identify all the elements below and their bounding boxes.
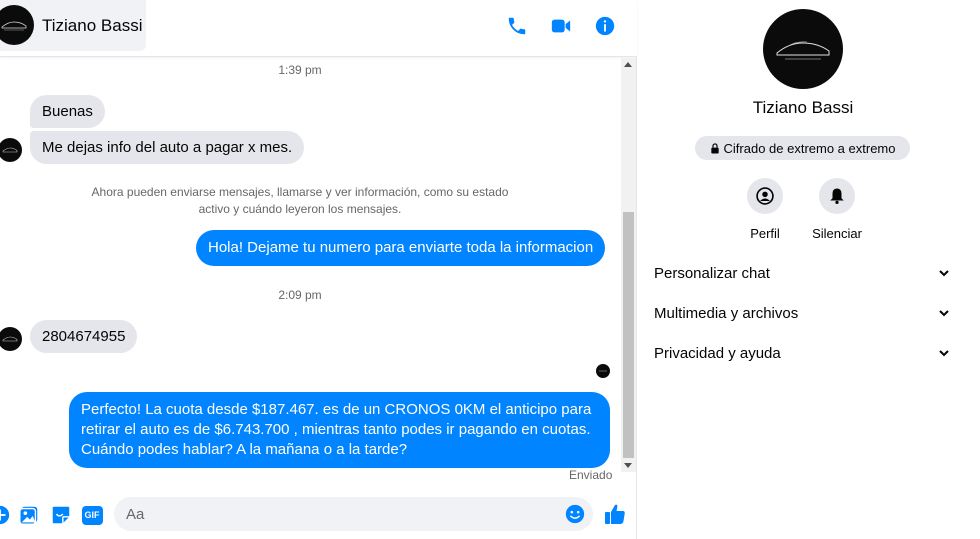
car-logo-icon <box>599 370 607 372</box>
media-files-section[interactable]: Multimedia y archivos <box>638 293 968 333</box>
contact-chip[interactable]: Tiziano Bassi <box>0 0 146 51</box>
emoji-icon[interactable] <box>564 503 586 525</box>
outgoing-message[interactable]: Hola! Dejame tu numero para enviarte tod… <box>196 230 606 266</box>
like-icon[interactable] <box>603 502 627 526</box>
conversation-info-panel: Tiziano Bassi Cifrado de extremo a extre… <box>638 0 980 539</box>
section-label: Privacidad y ayuda <box>654 344 781 362</box>
avatar[interactable] <box>0 5 34 45</box>
message-input[interactable] <box>126 497 556 531</box>
timestamp: 1:39 pm <box>278 63 322 77</box>
mute-action-circle[interactable] <box>819 178 855 214</box>
video-icon[interactable] <box>547 12 575 40</box>
system-notice: Ahora pueden enviarse mensajes, llamarse… <box>60 184 540 218</box>
car-logo-icon <box>1 21 27 31</box>
gif-icon[interactable]: GIF <box>81 504 103 526</box>
contact-avatar <box>0 327 22 351</box>
mute-label: Silenciar <box>812 226 862 241</box>
image-icon[interactable] <box>18 504 40 526</box>
scrollbar[interactable] <box>621 58 636 472</box>
encryption-label: Cifrado de extremo a extremo <box>723 140 896 156</box>
scroll-up-arrow-icon[interactable] <box>624 62 632 67</box>
bell-icon <box>830 188 844 205</box>
contact-name[interactable]: Tiziano Bassi <box>42 16 142 36</box>
profile-button[interactable]: Perfil <box>725 178 805 241</box>
message-list[interactable]: 1:39 pm Buenas Me dejas info del auto a … <box>0 58 637 490</box>
chevron-down-icon <box>939 310 949 317</box>
phone-icon[interactable] <box>503 12 531 40</box>
gif-label: GIF <box>81 505 103 525</box>
timestamp: 2:09 pm <box>278 288 322 302</box>
incoming-message[interactable]: Me dejas info del auto a pagar x mes. <box>30 131 305 164</box>
read-receipt-avatar <box>596 364 610 378</box>
car-logo-icon <box>2 147 18 153</box>
chat-column: Tiziano Bassi 1:39 pm Buenas Me dejas in… <box>0 0 637 539</box>
encryption-badge[interactable]: Cifrado de extremo a extremo <box>695 136 910 160</box>
plus-icon[interactable] <box>0 504 11 526</box>
profile-label: Perfil <box>750 226 780 241</box>
incoming-message[interactable]: Buenas <box>30 95 105 128</box>
info-icon[interactable] <box>591 12 619 40</box>
message-input-wrapper <box>114 497 593 531</box>
lock-icon <box>710 142 719 154</box>
sticker-icon[interactable] <box>50 504 72 526</box>
messenger-window: Tiziano Bassi 1:39 pm Buenas Me dejas in… <box>0 0 980 539</box>
car-logo-icon <box>776 41 830 60</box>
profile-action-circle[interactable] <box>747 178 783 214</box>
mute-button[interactable]: Silenciar <box>797 178 877 241</box>
system-notice-line: activo y cuándo leyeron los mensajes. <box>198 202 402 216</box>
scroll-thumb[interactable] <box>623 212 634 458</box>
chevron-down-icon <box>939 270 949 277</box>
scroll-down-arrow-icon[interactable] <box>624 463 632 468</box>
customize-chat-section[interactable]: Personalizar chat <box>638 253 968 293</box>
section-label: Multimedia y archivos <box>654 304 799 322</box>
incoming-message[interactable]: 2804674955 <box>30 320 138 353</box>
user-circle-icon <box>756 187 774 205</box>
composer: GIF <box>0 490 637 539</box>
car-logo-icon <box>2 336 18 342</box>
privacy-support-section[interactable]: Privacidad y ayuda <box>638 333 968 373</box>
message-line: retirar el auto es de $6.743.700 , mient… <box>81 421 591 438</box>
message-line: Perfecto! La cuota desde $187.467. es de… <box>81 401 592 418</box>
panel-contact-name: Tiziano Bassi <box>752 98 854 117</box>
system-notice-line: Ahora pueden enviarse mensajes, llamarse… <box>91 185 509 199</box>
outgoing-message[interactable]: Perfecto! La cuota desde $187.467. es de… <box>69 392 610 468</box>
chat-header: Tiziano Bassi <box>0 0 637 57</box>
message-line: Cuándo podes hablar? A la mañana o a la … <box>81 441 408 458</box>
section-label: Personalizar chat <box>654 264 770 282</box>
sent-status: Enviado <box>569 468 613 482</box>
contact-profile-picture[interactable] <box>763 9 843 89</box>
contact-avatar <box>0 138 22 162</box>
chevron-down-icon <box>939 350 949 357</box>
